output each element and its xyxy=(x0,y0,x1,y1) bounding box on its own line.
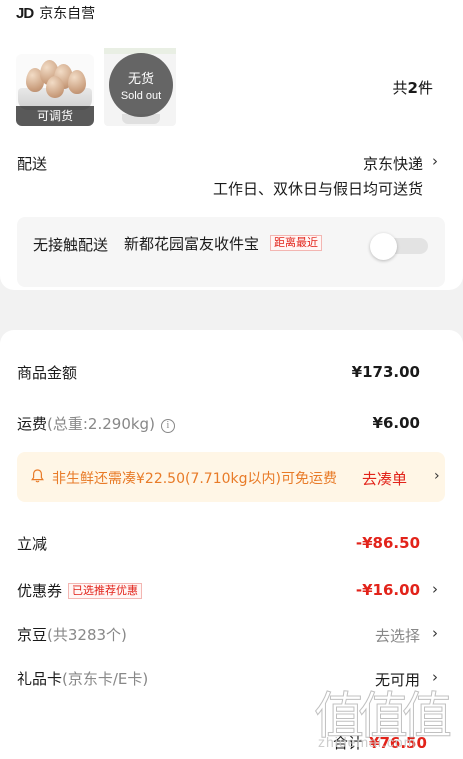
beans-label[interactable]: 京豆(共3283个) xyxy=(17,624,127,645)
total-value: ¥76.50 xyxy=(369,734,427,752)
chevron-right-icon[interactable]: › xyxy=(432,580,438,598)
coupon-recommended-badge: 已选推荐优惠 xyxy=(68,583,143,599)
delivery-schedule: 工作日、双休日与假日均可送货 xyxy=(212,180,423,198)
non-contact-delivery: 无接触配送 新都花园富友收件宝 距离最近 xyxy=(17,217,445,287)
discount-value: -¥86.50 xyxy=(355,534,420,552)
soldout-overlay: 无货 Sold out xyxy=(109,53,173,117)
item-count-prefix: 共 xyxy=(392,79,408,97)
beans-count: (共3283个) xyxy=(47,626,127,644)
bell-icon xyxy=(31,469,44,483)
free-shipping-text: 非生鲜还需凑¥22.50(7.710kg以内)可免运费 xyxy=(52,471,337,487)
discount-label: 立减 xyxy=(17,535,48,553)
shipping-value: ¥6.00 xyxy=(372,414,420,432)
coupon-value[interactable]: -¥16.00 xyxy=(356,581,420,599)
shipping-weight: (总重:2.290kg) xyxy=(47,415,155,433)
add-more-link[interactable]: 去凑单 xyxy=(362,468,407,489)
beans-select[interactable]: 去选择 xyxy=(375,625,420,646)
giftcard-value[interactable]: 无可用 xyxy=(375,669,420,690)
shop-header: JD 京东自营 xyxy=(16,2,95,24)
item-count-number: 2 xyxy=(407,79,418,97)
order-total: 合计 ¥76.50 xyxy=(333,732,427,753)
non-contact-toggle[interactable] xyxy=(370,233,428,260)
shipping-label-text: 运费 xyxy=(17,415,48,433)
delivery-method[interactable]: 京东快递 xyxy=(363,153,423,174)
delivery-label: 配送 xyxy=(17,155,48,173)
egg xyxy=(68,70,86,94)
item-count[interactable]: 共2件 xyxy=(393,77,433,98)
goods-amount-label: 商品金额 xyxy=(17,364,78,382)
goods-amount-value: ¥173.00 xyxy=(351,363,420,381)
chevron-right-icon[interactable]: › xyxy=(420,77,426,95)
coupon-label-text: 优惠券 xyxy=(17,582,63,600)
giftcard-label-text: 礼品卡 xyxy=(17,670,63,688)
giftcard-label[interactable]: 礼品卡(京东卡/E卡) xyxy=(17,668,148,689)
info-icon[interactable]: i xyxy=(160,419,175,433)
product-tag: 可调货 xyxy=(16,106,94,126)
non-contact-address: 新都花园富友收件宝 xyxy=(124,235,260,253)
product-thumbnail-soldout[interactable]: 无货 Sold out xyxy=(104,48,176,126)
toggle-knob xyxy=(370,233,397,260)
chevron-right-icon[interactable]: › xyxy=(432,668,438,686)
egg xyxy=(46,76,64,98)
non-contact-title: 无接触配送 xyxy=(33,236,109,254)
chevron-right-icon[interactable]: › xyxy=(432,624,438,642)
jd-logo: JD xyxy=(16,4,34,22)
total-label: 合计 xyxy=(333,734,364,752)
soldout-cn: 无货 xyxy=(127,72,154,87)
shipping-label: 运费(总重:2.290kg) i xyxy=(17,413,175,434)
chevron-right-icon[interactable]: › xyxy=(432,152,438,170)
beans-label-text: 京豆 xyxy=(17,626,48,644)
product-thumbnail-eggs[interactable]: 可调货 xyxy=(16,54,94,126)
shop-name: 京东自营 xyxy=(39,6,96,22)
soldout-en: Sold out xyxy=(120,90,162,102)
chevron-right-icon[interactable]: › xyxy=(434,468,440,484)
coupon-label[interactable]: 优惠券 已选推荐优惠 xyxy=(17,580,143,601)
giftcard-type: (京东卡/E卡) xyxy=(62,670,149,688)
free-shipping-banner[interactable]: 非生鲜还需凑¥22.50(7.710kg以内)可免运费 去凑单 › xyxy=(17,452,445,502)
order-items-card: JD 京东自营 可调货 无货 Sold out 共2件 › 配送 京东快递 › … xyxy=(0,0,463,290)
nearest-badge: 距离最近 xyxy=(270,235,322,251)
